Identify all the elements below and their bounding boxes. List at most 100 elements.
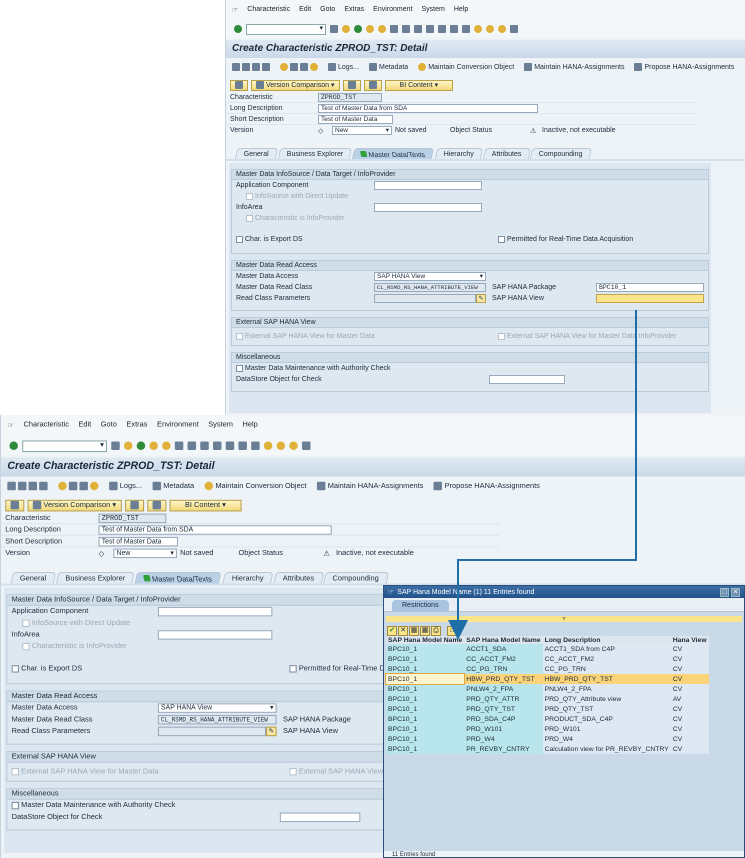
table-row[interactable]: BPC10_1 ACCT1_SDA ACCT1_SDA from C4P CV (386, 644, 709, 654)
find-next-icon[interactable]: ▦ (420, 626, 430, 636)
back-icon[interactable] (330, 25, 338, 33)
column-header[interactable]: Hana View (670, 636, 709, 644)
tab-hierarchy[interactable]: Hierarchy (434, 148, 483, 159)
menu-environment[interactable]: Environment (157, 421, 199, 436)
display-change-icon[interactable] (252, 63, 260, 71)
realtime-checkbox[interactable] (498, 236, 505, 243)
next-page-icon[interactable] (450, 25, 458, 33)
char-infoprovider-checkbox[interactable] (246, 215, 253, 222)
confirm-icon[interactable]: ✔ (387, 626, 397, 636)
last-page-icon[interactable] (462, 25, 470, 33)
tab-master-data-texts[interactable]: Master Data/Texts (134, 571, 223, 584)
hana-package-field[interactable]: BPC10_1 (596, 283, 704, 292)
transport-button[interactable] (342, 79, 361, 91)
dso-field[interactable] (279, 812, 361, 823)
structure-button[interactable] (146, 499, 166, 511)
propose-button[interactable]: Propose HANA-Assignments (634, 63, 734, 71)
hana-assignments-button[interactable]: Maintain HANA-Assignments (524, 63, 624, 71)
display-change-icon[interactable] (28, 481, 38, 491)
enter-icon[interactable] (234, 25, 242, 33)
table-row[interactable]: BPC10_1 PRD_W4 PRD_W4 CV (386, 734, 709, 744)
master-data-access-dropdown[interactable]: SAP HANA View (157, 703, 277, 713)
first-page-icon[interactable] (212, 441, 222, 450)
ext-master-checkbox[interactable] (236, 333, 243, 340)
tab-hierarchy[interactable]: Hierarchy (222, 571, 274, 584)
propose-button[interactable]: Propose HANA-Assignments (433, 481, 540, 491)
menu-edit[interactable]: Edit (78, 421, 91, 436)
menu-environment[interactable]: Environment (373, 6, 412, 20)
menu-goto[interactable]: Goto (101, 421, 117, 436)
menu-characteristic[interactable]: Characteristic (24, 421, 69, 436)
back-green-icon[interactable] (136, 441, 146, 450)
document-icon[interactable] (90, 481, 99, 491)
conversion-button[interactable]: Maintain Conversion Object (418, 63, 514, 71)
version-comparison-button[interactable]: Version Comparison ▾ (251, 79, 340, 91)
table-row[interactable]: BPC10_1 PRD_W101 PRD_W101 CV (386, 724, 709, 734)
check-icon[interactable] (280, 63, 288, 71)
prev-page-icon[interactable] (438, 25, 446, 33)
column-header[interactable]: SAP Hana Model Name (464, 636, 543, 644)
find-icon[interactable] (187, 441, 197, 450)
authority-check-checkbox[interactable] (236, 365, 243, 372)
tab-general[interactable]: General (234, 148, 279, 159)
version-comparison-button[interactable]: Version Comparison ▾ (27, 499, 122, 511)
menu-extras[interactable]: Extras (126, 421, 147, 436)
column-header[interactable]: Long Description (542, 636, 671, 644)
bi-content-button[interactable]: BI Content ▾ (384, 79, 454, 91)
edit-pencil-icon[interactable]: ✎ (476, 294, 486, 303)
close-icon[interactable]: ✕ (731, 587, 740, 597)
activate-icon[interactable] (290, 63, 298, 71)
menu-characteristic[interactable]: Characteristic (247, 6, 290, 20)
realtime-checkbox[interactable] (289, 665, 297, 673)
enter-icon[interactable] (9, 441, 18, 450)
arrow-right-icon[interactable] (242, 63, 250, 71)
menu-help[interactable]: Help (242, 421, 257, 436)
find-icon[interactable]: ▦ (409, 626, 419, 636)
infosource-checkbox[interactable] (246, 193, 253, 200)
command-field[interactable] (246, 23, 326, 35)
conversion-button[interactable]: Maintain Conversion Object (204, 481, 306, 491)
long-description-field[interactable]: Test of Master Data from SDA (318, 103, 538, 113)
tab-compounding[interactable]: Compounding (530, 148, 592, 159)
menu-edit[interactable]: Edit (299, 6, 311, 20)
new-session-icon[interactable] (263, 441, 273, 450)
hierarchy-button[interactable] (5, 499, 25, 511)
export-ds-checkbox[interactable] (236, 236, 243, 243)
short-description-field[interactable]: Test of Master Data (318, 114, 393, 124)
back-icon[interactable] (111, 441, 120, 450)
exit-icon[interactable] (366, 25, 374, 33)
version-dropdown[interactable]: New (332, 126, 392, 135)
new-session-icon[interactable] (474, 25, 482, 33)
cancel-icon[interactable] (162, 441, 171, 450)
export-ds-checkbox[interactable] (11, 665, 20, 673)
tab-business-explorer[interactable]: Business Explorer (277, 148, 353, 159)
tab-restrictions[interactable]: Restrictions (392, 600, 449, 611)
short-description-field[interactable]: Test of Master Data (98, 536, 179, 546)
table-row[interactable]: BPC10_1 HBW_PRD_QTY_TST HBW_PRD_QTY_TST CV (384, 673, 709, 685)
app-component-field[interactable] (374, 181, 482, 190)
save-icon[interactable] (123, 441, 133, 450)
table-row[interactable]: BPC10_1 PRD_QTY_TST PRD_QTY_TST CV (386, 704, 709, 714)
long-description-field[interactable]: Test of Master Data from SDA (98, 524, 332, 535)
where-used-icon[interactable] (79, 481, 88, 491)
ext-master-checkbox[interactable] (11, 767, 20, 776)
menu-goto[interactable]: Goto (320, 6, 335, 20)
ext-infoprov-checkbox[interactable] (289, 767, 297, 776)
ext-infoprov-checkbox[interactable] (498, 333, 505, 340)
app-component-field[interactable] (157, 606, 273, 617)
hana-view-field[interactable] (596, 294, 704, 303)
tab-general[interactable]: General (10, 571, 57, 584)
infoarea-field[interactable] (374, 203, 482, 212)
table-icon[interactable] (262, 63, 270, 71)
metadata-button[interactable]: Metadata (152, 481, 194, 491)
transport-button[interactable] (124, 499, 144, 511)
print-icon[interactable] (174, 441, 184, 450)
check-icon[interactable] (58, 481, 67, 491)
cancel-icon[interactable]: ✕ (398, 626, 408, 636)
table-row[interactable]: BPC10_1 PRD_QTY_ATTR PRD_QTY_Attribute vie… (386, 694, 709, 704)
next-page-icon[interactable] (238, 441, 247, 450)
exit-icon[interactable] (149, 441, 158, 450)
find-icon[interactable] (402, 25, 410, 33)
document-icon[interactable] (310, 63, 318, 71)
help-icon[interactable] (498, 25, 506, 33)
